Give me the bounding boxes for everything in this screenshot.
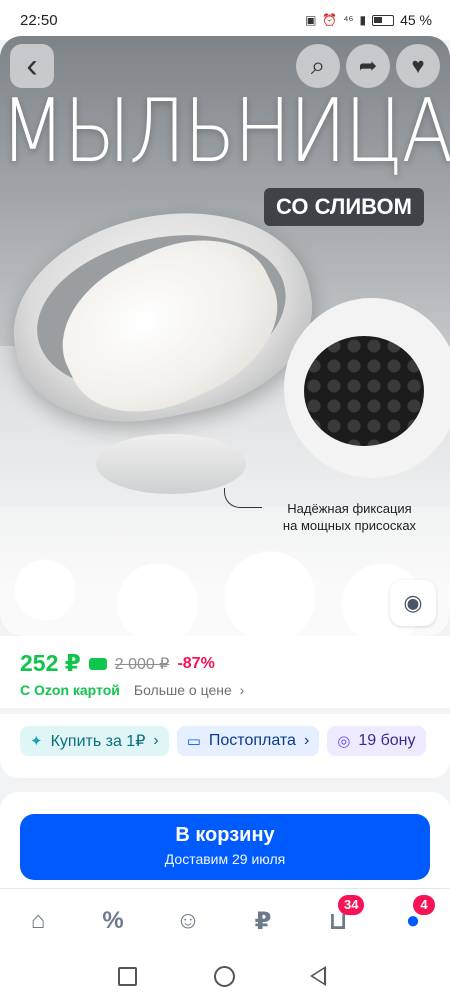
image-title: МЫЛЬНИЦА	[0, 79, 450, 182]
chip-label: Постоплата	[208, 732, 296, 749]
image-search-button[interactable]: ◉	[390, 580, 436, 626]
screen: 22:50 ▣ ⏰ ⁴⁶ ▮ 45 % МЫЛЬНИЦА СО СЛИВОМ Н…	[0, 0, 450, 1000]
nfc-icon: ▣	[305, 13, 317, 27]
suction-cups-inset	[284, 298, 450, 478]
chevron-right-icon: ›	[239, 682, 245, 698]
more-price-label: Больше о цене	[133, 682, 232, 698]
chip-buy-for-1[interactable]: ✦ Купить за 1₽ ›	[20, 726, 169, 756]
nav-cart[interactable]: ⊔ 34	[318, 895, 365, 939]
sparkle-icon: ✦	[30, 733, 43, 750]
percent-icon: %	[102, 907, 124, 934]
ozon-card-label: С Ozon картой	[20, 682, 120, 698]
ruble-icon: ₽	[254, 907, 272, 935]
system-nav-bar	[0, 950, 450, 1000]
price-old: 2 000 ₽	[114, 655, 170, 673]
profile-count-badge: 4	[413, 895, 435, 915]
chip-label: Купить за 1₽	[50, 733, 146, 750]
bonus-icon: ◎	[337, 733, 351, 750]
bottom-nav: ⌂ % ☺ ₽ ⊔ 34 ● 4	[0, 888, 450, 950]
network-icon: ⁴⁶	[343, 13, 354, 27]
price-current: 252 ₽	[20, 650, 81, 676]
back-button[interactable]: ‹	[10, 44, 54, 88]
image-search-icon: ◉	[403, 590, 423, 615]
nav-promo[interactable]: %	[93, 903, 133, 939]
price-discount: -87%	[177, 654, 215, 672]
alarm-icon: ⏰	[322, 13, 338, 27]
back-icon: ‹	[26, 47, 38, 85]
price-row: 252 ₽ 2 000 ₽ -87%	[20, 650, 215, 677]
chip-postpay[interactable]: ▭ Постоплата ›	[176, 726, 320, 756]
signal-icon: ▮	[359, 13, 367, 27]
status-time: 22:50	[20, 11, 58, 29]
caption-arrow	[224, 488, 262, 508]
ozon-card-icon	[88, 657, 107, 670]
caption-line-2: на мощных присосках	[282, 518, 417, 533]
chip-label: 19 бону	[358, 732, 416, 749]
home-circle-icon[interactable]	[214, 966, 235, 987]
status-bar: 22:50 ▣ ⏰ ⁴⁶ ▮ 45 %	[0, 0, 450, 40]
cart-count-badge: 34	[338, 895, 365, 915]
caption-line-1: Надёжная фиксация	[287, 501, 412, 516]
add-to-cart-button[interactable]: В корзину Доставим 29 июля	[20, 814, 430, 880]
product-image[interactable]: МЫЛЬНИЦА СО СЛИВОМ Надёжная фиксация на …	[0, 36, 450, 636]
more-price-link[interactable]: Больше о цене ›	[134, 682, 244, 698]
image-caption: Надёжная фиксация на мощных присосках	[262, 500, 437, 534]
share-button[interactable]: ➦	[346, 44, 390, 88]
offers-bar: ✦ Купить за 1₽ › ▭ Постоплата › ◎ 19 бон…	[0, 714, 450, 778]
share-icon: ➦	[358, 53, 378, 78]
heart-icon: ♥	[411, 53, 425, 78]
nav-home[interactable]: ⌂	[18, 903, 58, 939]
delivery-date: Доставим 29 июля	[164, 851, 286, 867]
card-icon: ▭	[186, 733, 201, 750]
fresh-icon: ☺	[175, 907, 201, 934]
battery-icon	[372, 14, 395, 26]
search-icon: ⌕	[310, 50, 326, 80]
status-icons: ▣ ⏰ ⁴⁶ ▮ 45 %	[305, 12, 432, 28]
chevron-right-icon: ›	[153, 732, 159, 749]
image-badge: СО СЛИВОМ	[264, 188, 424, 226]
recent-apps-icon[interactable]	[118, 967, 137, 986]
offer-chips: ✦ Купить за 1₽ › ▭ Постоплата › ◎ 19 бон…	[20, 726, 426, 756]
nav-finance[interactable]: ₽	[243, 903, 283, 939]
suction-stand-picture	[96, 434, 246, 494]
home-icon: ⌂	[30, 907, 46, 934]
price-block: 252 ₽ 2 000 ₽ -87% С Ozon картой Больше …	[0, 636, 450, 708]
suction-pad-picture	[304, 336, 424, 446]
back-triangle-icon[interactable]	[310, 966, 326, 986]
price-sub-row: С Ozon картой Больше о цене ›	[20, 682, 244, 698]
chip-bonus[interactable]: ◎ 19 бону	[327, 726, 426, 756]
search-button[interactable]: ⌕	[296, 44, 340, 88]
chevron-right-icon: ›	[303, 732, 310, 749]
nav-fresh[interactable]: ☺	[168, 903, 208, 939]
cart-block: В корзину Доставим 29 июля	[0, 792, 450, 888]
battery-level: 45 %	[400, 12, 432, 28]
favorite-button[interactable]: ♥	[396, 44, 440, 88]
nav-profile[interactable]: ● 4	[393, 895, 435, 939]
cart-button-label: В корзину	[175, 824, 275, 846]
